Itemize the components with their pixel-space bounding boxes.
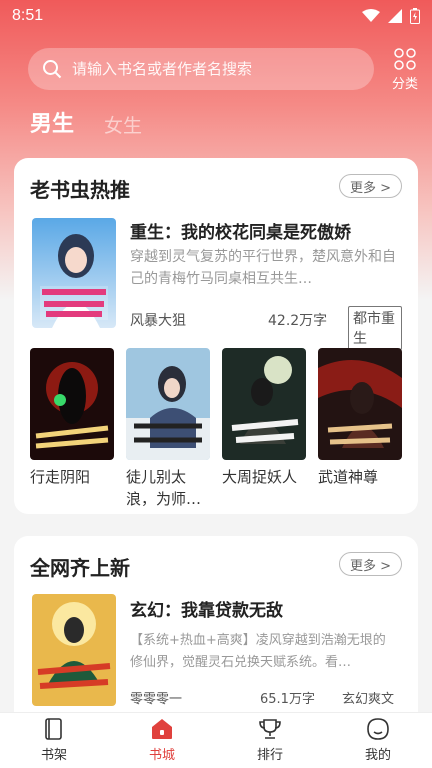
grid-book[interactable]: 大周捉妖人	[222, 348, 306, 488]
more-label: 更多 >	[349, 180, 391, 196]
book-name: 大周捉妖人	[222, 468, 298, 486]
featured-book[interactable]: 玄幻：我靠贷款无敌 【系统+热血+高爽】凌风穿越到浩瀚无垠的修仙界，觉醒灵石兑换…	[32, 594, 402, 710]
featured-author: 风暴大狙	[130, 313, 186, 329]
featured-word-count: 65.1万字	[260, 692, 315, 707]
wifi-icon	[362, 9, 380, 22]
more-button[interactable]: 更多 >	[338, 552, 402, 576]
more-button[interactable]: 更多 >	[338, 174, 402, 198]
section-new-releases: 全网齐上新 更多 > 玄幻：我靠贷款无敌 【系统+热血+高爽】凌风穿越到浩瀚无垠…	[14, 536, 418, 726]
featured-word-count: 42.2万字	[268, 313, 328, 329]
grid-book[interactable]: 武道神尊	[318, 348, 402, 488]
nav-bookstore[interactable]: 书城	[108, 713, 216, 768]
book-cover	[126, 348, 210, 460]
status-icons	[362, 8, 420, 24]
book-name: 武道神尊	[318, 468, 379, 486]
search-icon	[43, 60, 62, 79]
tab-female[interactable]: 女生	[104, 111, 142, 138]
featured-description: 【系统+热血+高爽】凌风穿越到浩瀚无垠的修仙界，觉醒灵石兑换天赋系统。看…	[130, 633, 386, 670]
section-hot-picks: 老书虫热推 更多 > 重生：我的校花同桌是死傲娇 穿越到灵气复苏的平行世界，楚风…	[14, 158, 418, 514]
search-box[interactable]	[28, 48, 374, 90]
book-cover	[222, 348, 306, 460]
nav-ranking[interactable]: 排行	[216, 713, 324, 768]
category-button[interactable]: 分类	[392, 47, 418, 92]
featured-title: 玄幻：我靠贷款无敌	[130, 601, 283, 621]
book-cover	[32, 218, 116, 328]
bookshelf-icon	[45, 718, 62, 740]
more-label: 更多 >	[349, 558, 391, 574]
bottom-nav: 书架 书城 排行 我的	[0, 712, 432, 768]
grid-book[interactable]: 行走阴阳	[30, 348, 114, 488]
featured-author: 零零零一	[130, 692, 183, 707]
section-title: 全网齐上新	[30, 556, 130, 580]
nav-label: 书城	[148, 748, 175, 763]
nav-label: 我的	[364, 748, 391, 763]
nav-bookshelf[interactable]: 书架	[0, 713, 108, 768]
nav-label: 书架	[40, 748, 67, 763]
grid-book[interactable]: 徒儿别太浪，为师…	[126, 348, 210, 510]
section-title: 老书虫热推	[30, 178, 130, 202]
nav-profile[interactable]: 我的	[324, 713, 432, 768]
search-input[interactable]	[72, 60, 352, 78]
signal-icon	[388, 9, 402, 23]
tab-male[interactable]: 男生	[30, 106, 74, 138]
status-time: 8:51	[12, 7, 44, 24]
book-name: 行走阴阳	[30, 468, 91, 486]
bookstore-icon	[152, 719, 172, 739]
book-cover	[32, 594, 116, 706]
category-grid-icon	[394, 47, 416, 70]
book-name: 徒儿别太浪，为师…	[126, 468, 202, 508]
featured-book[interactable]: 重生：我的校花同桌是死傲娇 穿越到灵气复苏的平行世界，楚风意外和自己的青梅竹马同…	[32, 218, 402, 350]
featured-title: 重生：我的校花同桌是死傲娇	[130, 223, 351, 243]
featured-genre-tag: 玄幻爽文	[342, 692, 395, 707]
featured-description: 穿越到灵气复苏的平行世界，楚风意外和自己的青梅竹马同桌相互共生…	[130, 249, 396, 287]
book-grid: 行走阴阳 徒儿别太浪，为师… 大周捉妖人 武道神尊	[30, 348, 402, 508]
status-bar: 8:51	[0, 0, 432, 32]
category-label: 分类	[391, 76, 418, 92]
search-row: 分类	[28, 46, 418, 92]
profile-icon	[367, 718, 389, 740]
gender-tabs: 男生 女生	[30, 106, 142, 138]
battery-icon	[410, 8, 420, 24]
trophy-icon	[259, 719, 281, 739]
book-cover	[30, 348, 114, 460]
featured-genre-tag: 都市重生	[348, 306, 402, 350]
nav-label: 排行	[256, 748, 283, 763]
book-cover	[318, 348, 402, 460]
